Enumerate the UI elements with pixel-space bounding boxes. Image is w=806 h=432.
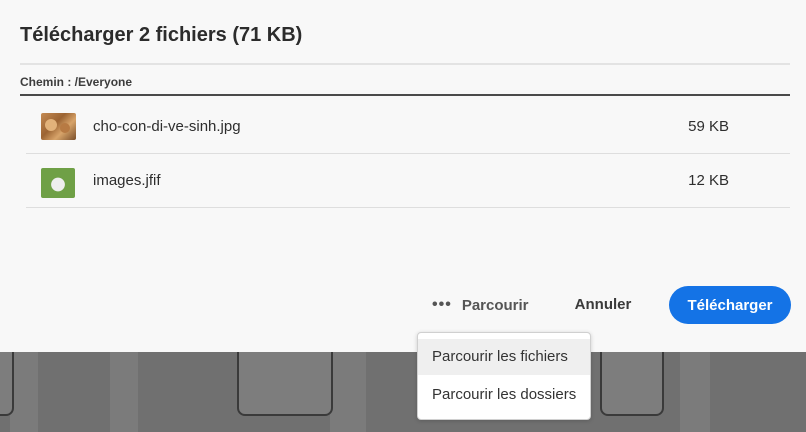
file-thumbnail [41,113,76,140]
file-thumbnail [41,168,75,198]
file-list: cho-con-di-ve-sinh.jpg 59 KB images.jfif… [26,100,790,208]
browse-label: Parcourir [461,296,529,314]
file-name: cho-con-di-ve-sinh.jpg [93,118,241,135]
background-stripe [110,350,138,432]
background-content [0,350,806,432]
dialog-title: Télécharger 2 fichiers (71 KB) [20,24,303,46]
upload-dialog: Télécharger 2 fichiers (71 KB) Chemin : … [0,0,806,352]
file-row: cho-con-di-ve-sinh.jpg 59 KB [26,100,790,154]
file-size: 59 KB [688,118,729,135]
cancel-button[interactable]: Annuler [560,286,646,322]
background-card [600,350,664,416]
background-card [0,350,14,416]
browse-menu: Parcourir les fichiers Parcourir les dos… [417,332,591,420]
browse-button[interactable]: ••• Parcourir [432,292,529,318]
menu-item-browse-folders[interactable]: Parcourir les dossiers [418,377,590,413]
destination-path: Chemin : /Everyone [20,75,133,89]
background-card [237,350,333,416]
file-name: images.jfif [93,172,161,189]
background-stripe [330,350,366,432]
background-stripe [680,350,710,432]
upload-button[interactable]: Télécharger [669,286,791,324]
ellipsis-icon: ••• [432,296,452,313]
file-size: 12 KB [688,172,729,189]
file-row: images.jfif 12 KB [26,154,790,208]
background-stripe [10,350,38,432]
title-divider [20,63,790,65]
path-divider [20,94,790,96]
menu-item-browse-files[interactable]: Parcourir les fichiers [418,339,590,375]
